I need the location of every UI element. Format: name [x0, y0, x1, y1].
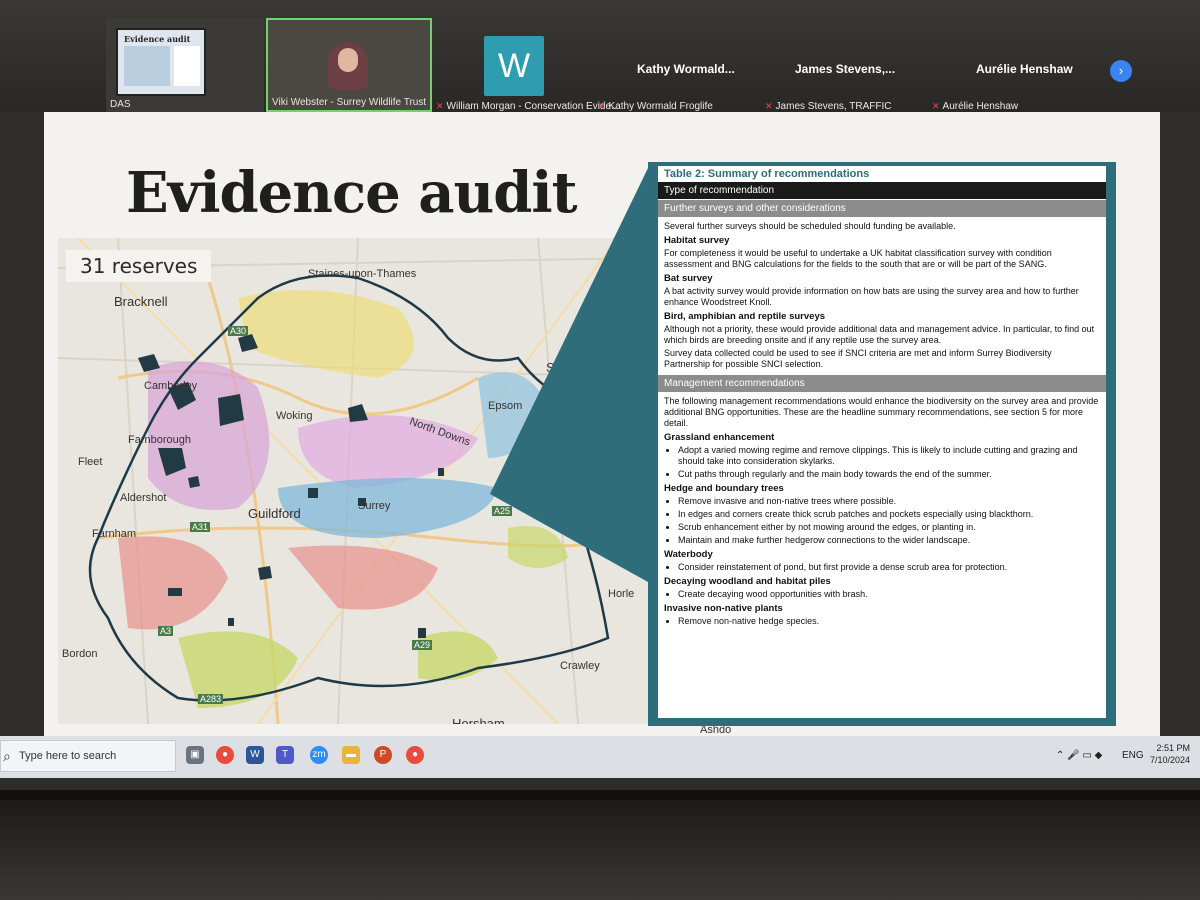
table-subheading: Habitat survey	[664, 235, 730, 246]
participant-tile-das[interactable]: Evidence audit DAS	[106, 18, 264, 112]
mic-muted-icon: ✕	[765, 101, 773, 111]
list-item: In edges and corners create thick scrub …	[678, 509, 1100, 520]
table-section-header: Further surveys and other considerations	[658, 200, 1106, 217]
word-icon[interactable]: W	[246, 746, 264, 764]
table-subheading: Bird, amphibian and reptile surveys	[664, 311, 826, 322]
participant-name-james[interactable]: James Stevens,...	[795, 62, 895, 76]
participant-caption-kathy: ✕ Kathy Wormald Froglife	[598, 101, 713, 112]
list-item: Consider reinstatement of pond, but firs…	[678, 562, 1100, 573]
mic-muted-icon: ✕	[932, 101, 940, 111]
shared-slide: Evidence audit 31 reserves Staines-upon-…	[44, 112, 1160, 740]
table-subheading: Grassland enhancement	[664, 432, 775, 443]
participant-caption: DAS	[110, 99, 131, 110]
bullet-list: Consider reinstatement of pond, but firs…	[664, 562, 1100, 573]
table-section-body: The following management recommendations…	[658, 392, 1106, 631]
list-item: Maintain and make further hedgerow conne…	[678, 535, 1100, 546]
clock-date: 7/10/2024	[1150, 755, 1191, 765]
thumbnail-table	[174, 46, 200, 86]
table-text: For completeness it would be useful to u…	[664, 248, 1052, 269]
search-icon: ⌕	[3, 748, 11, 764]
tray-icons[interactable]: ⌃ 🎤 ▭ ◆	[1056, 750, 1102, 761]
speaker-face	[338, 48, 358, 72]
search-placeholder: Type here to search	[19, 750, 117, 762]
table-subheading: Hedge and boundary trees	[664, 483, 784, 494]
table-subheading: Bat survey	[664, 273, 713, 284]
mic-muted-icon: ✕	[598, 101, 606, 111]
list-item: Adopt a varied mowing regime and remove …	[678, 445, 1100, 467]
recommendations-panel: Table 2: Summary of recommendations Type…	[648, 162, 1116, 726]
zoom-icon[interactable]: zm	[310, 746, 328, 764]
participant-caption: Viki Webster - Surrey Wildlife Trust	[272, 97, 427, 108]
teams-icon[interactable]: T	[276, 746, 294, 764]
powerpoint-icon[interactable]: P	[374, 746, 392, 764]
table-subheading: Invasive non-native plants	[664, 603, 783, 614]
table-header: Type of recommendation	[658, 182, 1106, 199]
taskbar-search-box[interactable]: ⌕ Type here to search	[0, 740, 176, 772]
table-text: Although not a priority, these would pro…	[664, 324, 1095, 345]
participant-caption-aurelie: ✕ Aurélie Henshaw	[932, 101, 1019, 112]
table-text: Survey data collected could be used to s…	[664, 348, 1052, 369]
clock-time: 2:51 PM	[1156, 743, 1191, 753]
shared-screen-thumbnail: Evidence audit	[116, 28, 206, 96]
language-indicator[interactable]: ENG	[1122, 750, 1144, 761]
mic-muted-icon: ✕	[436, 101, 444, 111]
table-subheading: Waterbody	[664, 549, 713, 560]
table-section-body: Several further surveys should be schedu…	[658, 217, 1106, 374]
list-item: Create decaying wood opportunities with …	[678, 589, 1100, 600]
avatar[interactable]: W	[484, 36, 544, 96]
bullet-list: Adopt a varied mowing regime and remove …	[664, 445, 1100, 480]
table-subheading: Decaying woodland and habitat piles	[664, 576, 831, 587]
table-text: Several further surveys should be schedu…	[664, 221, 956, 231]
table-text: The following management recommendations…	[664, 396, 1099, 428]
list-item: Scrub enhancement either by not mowing a…	[678, 522, 1100, 533]
participant-tile-viki[interactable]: Viki Webster - Surrey Wildlife Trust	[266, 18, 432, 112]
bullet-list: Create decaying wood opportunities with …	[664, 589, 1100, 600]
file-explorer-icon[interactable]: ▬	[342, 746, 360, 764]
table-section-header: Management recommendations	[658, 375, 1106, 392]
participant-name-aurelie[interactable]: Aurélie Henshaw	[976, 62, 1073, 76]
thumbnail-title: Evidence audit	[124, 34, 191, 44]
next-participants-button[interactable]: ›	[1110, 60, 1132, 82]
list-item: Remove invasive and non-native trees whe…	[678, 496, 1100, 507]
chrome-icon[interactable]: ●	[216, 746, 234, 764]
table-caption: Table 2: Summary of recommendations	[664, 168, 870, 180]
participant-caption-william: ✕ William Morgan - Conservation Evide...	[436, 101, 620, 112]
list-item: Remove non-native hedge species.	[678, 616, 1100, 627]
system-clock[interactable]: 2:51 PM 7/10/2024	[1150, 742, 1190, 766]
thumbnail-map	[124, 46, 170, 86]
bullet-list: Remove invasive and non-native trees whe…	[664, 496, 1100, 546]
recommendations-table: Table 2: Summary of recommendations Type…	[658, 166, 1106, 718]
participant-name-kathy[interactable]: Kathy Wormald...	[637, 62, 735, 76]
list-item: Cut paths through regularly and the main…	[678, 469, 1100, 480]
chrome-icon[interactable]: ●	[406, 746, 424, 764]
participant-caption-james: ✕ James Stevens, TRAFFIC	[765, 101, 892, 112]
bullet-list: Remove non-native hedge species.	[664, 616, 1100, 627]
windows-taskbar: ⌕ Type here to search ▣ ● W T zm ▬ P ● ⌃…	[0, 736, 1200, 778]
task-view-icon[interactable]: ▣	[186, 746, 204, 764]
desk-surface	[0, 800, 1200, 900]
table-text: A bat activity survey would provide info…	[664, 286, 1079, 307]
